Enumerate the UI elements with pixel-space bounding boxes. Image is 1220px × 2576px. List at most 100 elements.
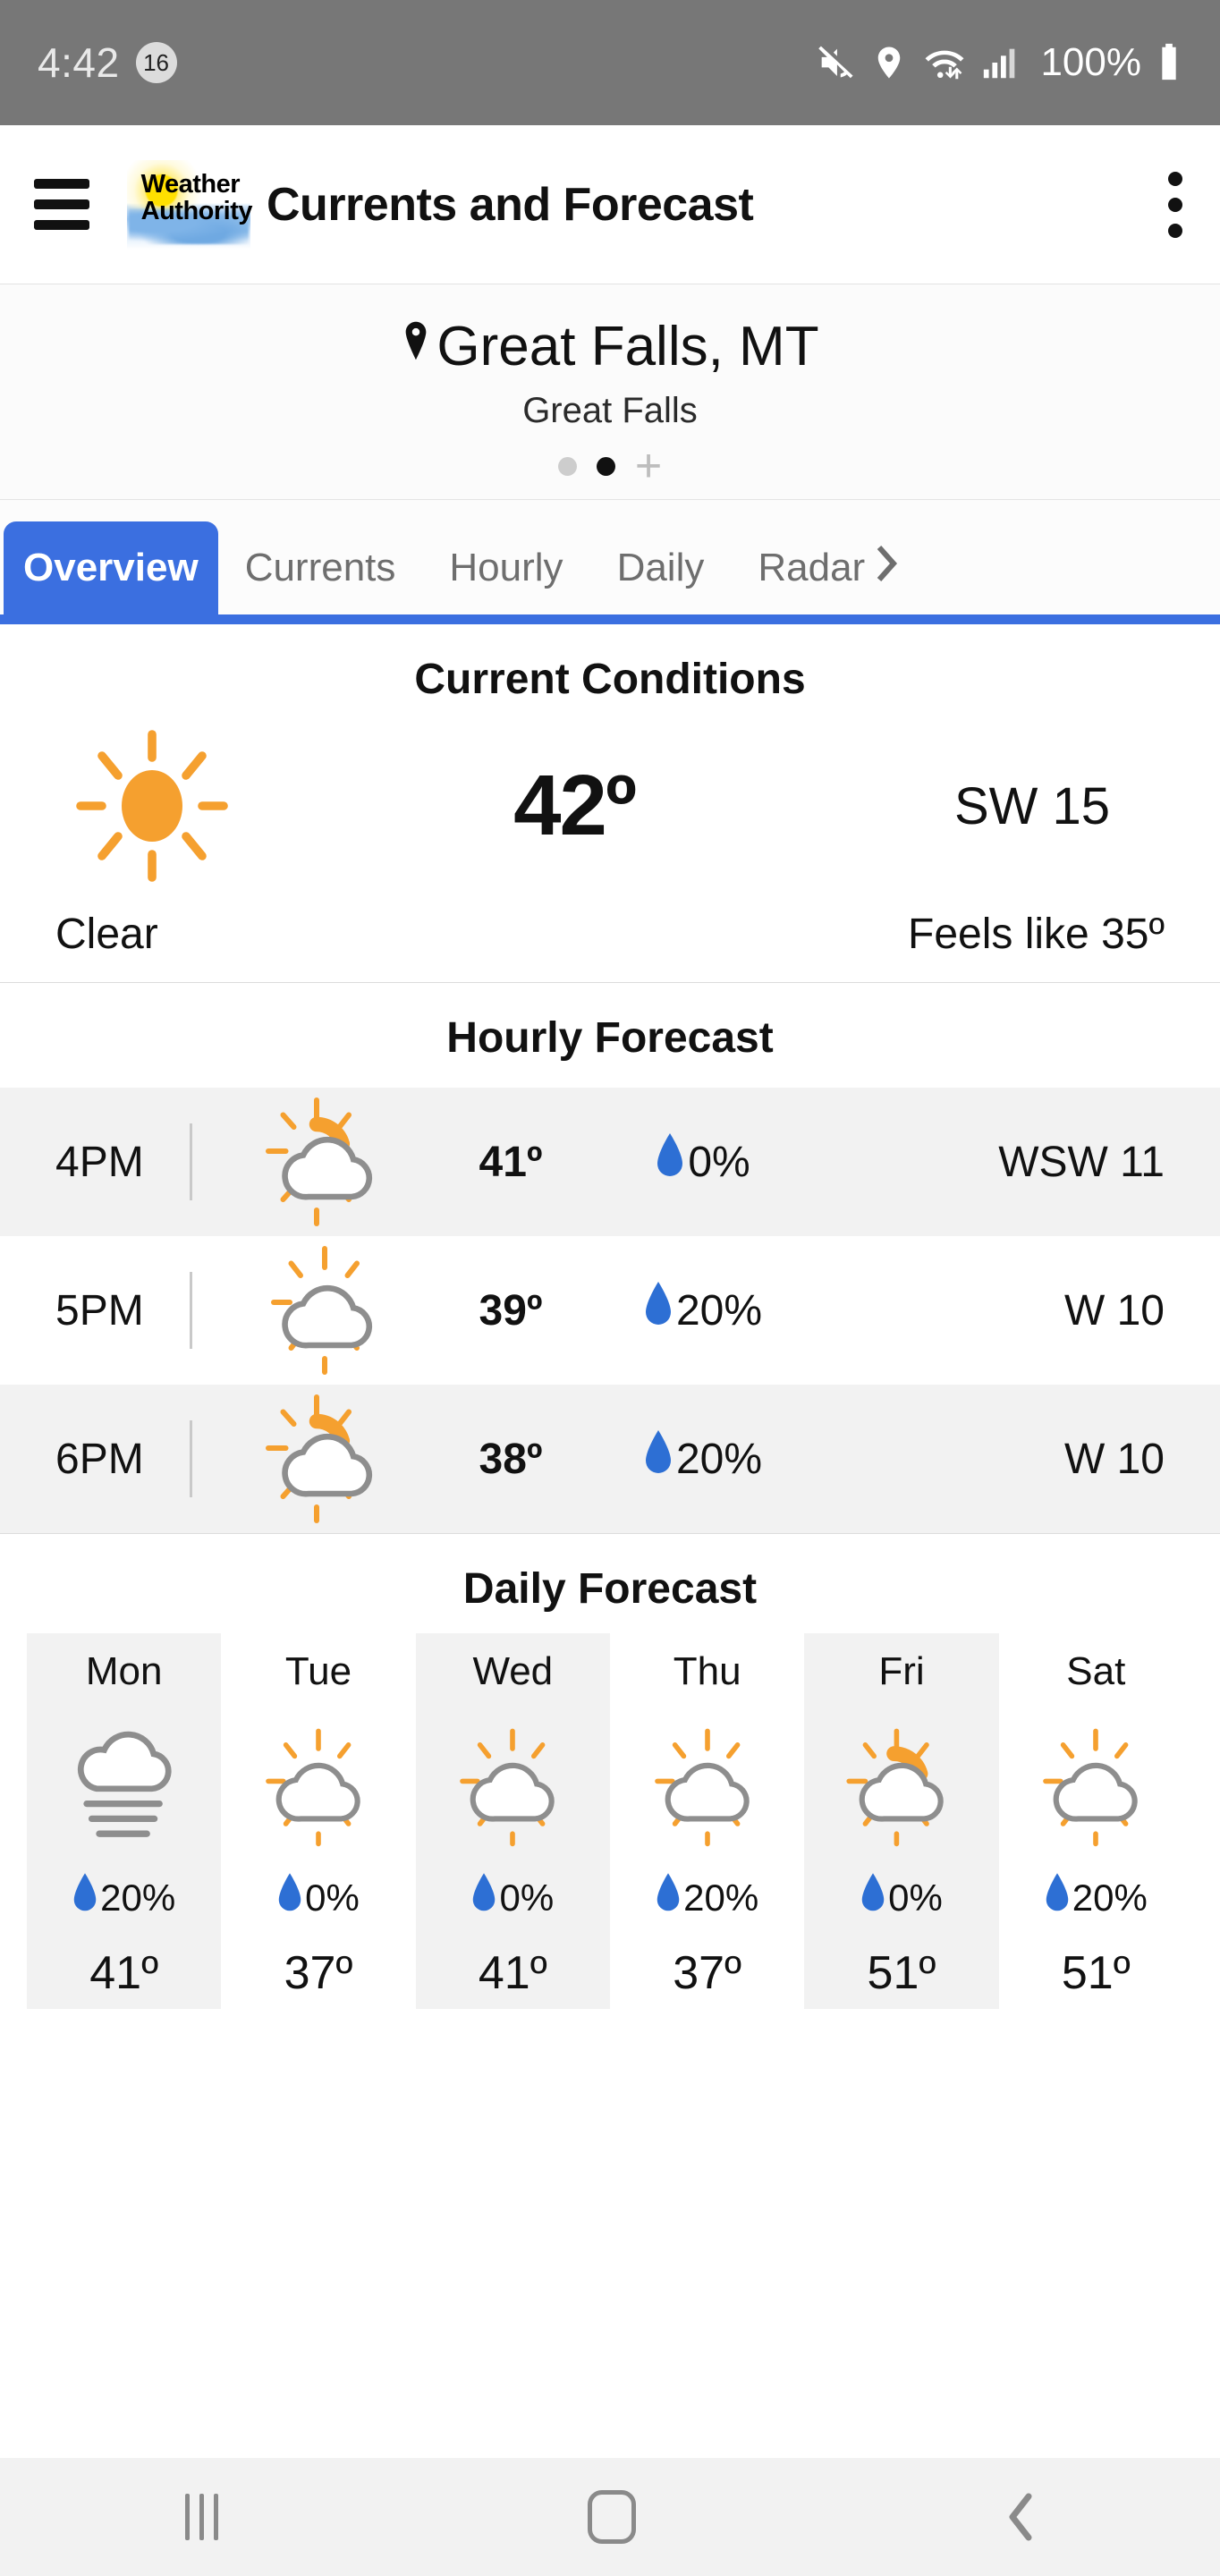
hourly-precipitation: 20% (600, 1282, 806, 1339)
fog-icon (27, 1710, 221, 1862)
list-item[interactable]: Wed 0% 41º (415, 1633, 610, 2009)
daily-day-label: Sat (1066, 1649, 1126, 1693)
daily-temperature: 37º (284, 1947, 353, 1999)
daily-temperature: 41º (89, 1947, 159, 1999)
water-droplet-icon (656, 1873, 681, 1923)
daily-temperature: 51º (867, 1947, 936, 1999)
daily-precipitation: 20% (610, 1873, 804, 1923)
daily-pop-value: 20% (100, 1877, 176, 1919)
tab-currents[interactable]: Currents (218, 521, 423, 614)
add-location-button[interactable]: + (635, 443, 662, 489)
water-droplet-icon (860, 1873, 885, 1923)
partly-cloudy-icon (233, 1392, 421, 1526)
hourly-temperature: 39º (479, 1286, 543, 1335)
page-title: Currents and Forecast (267, 178, 754, 231)
daily-forecast-heading: Daily Forecast (462, 1565, 758, 1613)
hamburger-menu-icon[interactable] (34, 179, 89, 230)
home-icon[interactable] (587, 2490, 636, 2544)
water-droplet-icon (471, 1873, 496, 1923)
row-divider (190, 1420, 192, 1497)
daily-forecast-grid: Mon 20% 41º Tue 0% 37º Wed 0% 41º Thu 20… (0, 1633, 1220, 2009)
tab-hourly[interactable]: Hourly (422, 521, 589, 614)
logo-text-line1: Weather (140, 169, 241, 199)
status-bar: 4:42 16 100% (0, 0, 1220, 125)
tab-hourly-label: Hourly (449, 546, 563, 589)
daily-forecast-section: Daily Forecast Mon 20% 41º Tue 0% 37º We… (0, 1534, 1220, 2009)
current-conditions-heading: Current Conditions (414, 656, 806, 703)
mostly-cloudy-icon (416, 1710, 610, 1862)
current-wind: SW 15 (953, 776, 1111, 835)
mute-icon (815, 42, 856, 83)
tab-overview-label: Overview (23, 546, 199, 589)
feels-like-label: Feels like 35º (908, 911, 1165, 958)
hourly-time: 6PM (55, 1435, 144, 1483)
water-droplet-icon (656, 1133, 684, 1191)
daily-temperature: 37º (673, 1947, 742, 1999)
hourly-wind: W 10 (1063, 1286, 1165, 1335)
notification-count-badge: 16 (135, 42, 177, 83)
table-row[interactable]: 4PM 41º 0% WSW 11 (0, 1088, 1220, 1236)
daily-precipitation: 0% (804, 1873, 998, 1923)
water-droplet-icon (72, 1873, 97, 1923)
daily-day-label: Mon (85, 1649, 163, 1693)
mostly-cloudy-icon (999, 1710, 1193, 1862)
pager-dot-2-active[interactable] (596, 456, 615, 476)
mostly-cloudy-icon (610, 1710, 804, 1862)
daily-pop-value: 0% (499, 1877, 555, 1919)
hourly-forecast-heading: Hourly Forecast (446, 1014, 774, 1062)
signal-icon (981, 42, 1021, 83)
battery-percent-label: 100% (1040, 40, 1141, 84)
status-bar-right: 100% (815, 40, 1182, 85)
battery-icon (1156, 42, 1182, 83)
status-bar-clock: 4:42 (38, 39, 120, 86)
chevron-right-icon (874, 544, 899, 593)
current-conditions-primary-row: 42º SW 15 (0, 704, 1220, 885)
location-subtitle: Great Falls (522, 391, 698, 430)
location-pin-icon (401, 315, 431, 378)
back-icon[interactable] (1005, 2491, 1036, 2543)
weather-authority-logo: Weather Authority (127, 159, 253, 250)
hourly-temperature: 41º (479, 1138, 543, 1186)
list-item[interactable]: Thu 20% 37º (610, 1633, 804, 2009)
logo-text-line2: Authority (140, 196, 253, 225)
hourly-time: 4PM (55, 1138, 144, 1186)
tab-overview[interactable]: Overview (4, 521, 218, 614)
pager-dot-1[interactable] (557, 456, 577, 476)
table-row[interactable]: 6PM 38º 20% W 10 (0, 1385, 1220, 1533)
daily-precipitation: 0% (416, 1873, 610, 1923)
hourly-forecast-section: Hourly Forecast 4PM 41º 0% WSW 11 5PM 39… (0, 983, 1220, 1534)
list-item[interactable]: Tue 0% 37º (221, 1633, 415, 2009)
tab-radar[interactable]: Radar (731, 521, 902, 614)
list-item[interactable]: Fri 0% 51º (804, 1633, 999, 2009)
partly-cloudy-icon (233, 1095, 421, 1229)
daily-day-label: Thu (673, 1649, 741, 1693)
hourly-temperature: 38º (479, 1435, 543, 1483)
partly-cloudy-icon (804, 1710, 998, 1862)
status-bar-left: 4:42 16 (38, 38, 177, 87)
daily-temperature: 41º (478, 1947, 547, 1999)
location-pager: + (0, 443, 1220, 489)
hourly-pop-value: 20% (675, 1435, 763, 1483)
location-header: Great Falls, MT Great Falls + (0, 284, 1220, 500)
list-item[interactable]: Mon 20% 41º (27, 1633, 222, 2009)
recents-icon[interactable] (184, 2494, 218, 2540)
table-row[interactable]: 5PM 39º 20% W 10 (0, 1236, 1220, 1385)
hourly-pop-value: 0% (688, 1138, 750, 1186)
daily-day-label: Fri (878, 1649, 925, 1693)
tab-daily-label: Daily (616, 546, 705, 589)
hourly-wind: WSW 11 (998, 1138, 1165, 1186)
location-title-row[interactable]: Great Falls, MT (0, 315, 1220, 378)
kebab-menu-icon[interactable] (1168, 171, 1186, 238)
tab-daily[interactable]: Daily (590, 521, 732, 614)
sun-icon (54, 727, 250, 885)
water-droplet-icon (1045, 1873, 1070, 1923)
daily-precipitation: 0% (221, 1873, 415, 1923)
daily-pop-value: 20% (683, 1877, 759, 1919)
daily-day-label: Tue (284, 1649, 352, 1693)
current-conditions-secondary-row: Clear Feels like 35º (0, 885, 1220, 959)
list-item[interactable]: Sat 20% 51º (999, 1633, 1193, 2009)
logo-text: Weather Authority (140, 169, 253, 225)
daily-pop-value: 20% (1072, 1877, 1148, 1919)
hourly-wind: W 10 (1063, 1435, 1165, 1483)
tab-list: Overview Currents Hourly Daily Radar (0, 521, 1220, 614)
